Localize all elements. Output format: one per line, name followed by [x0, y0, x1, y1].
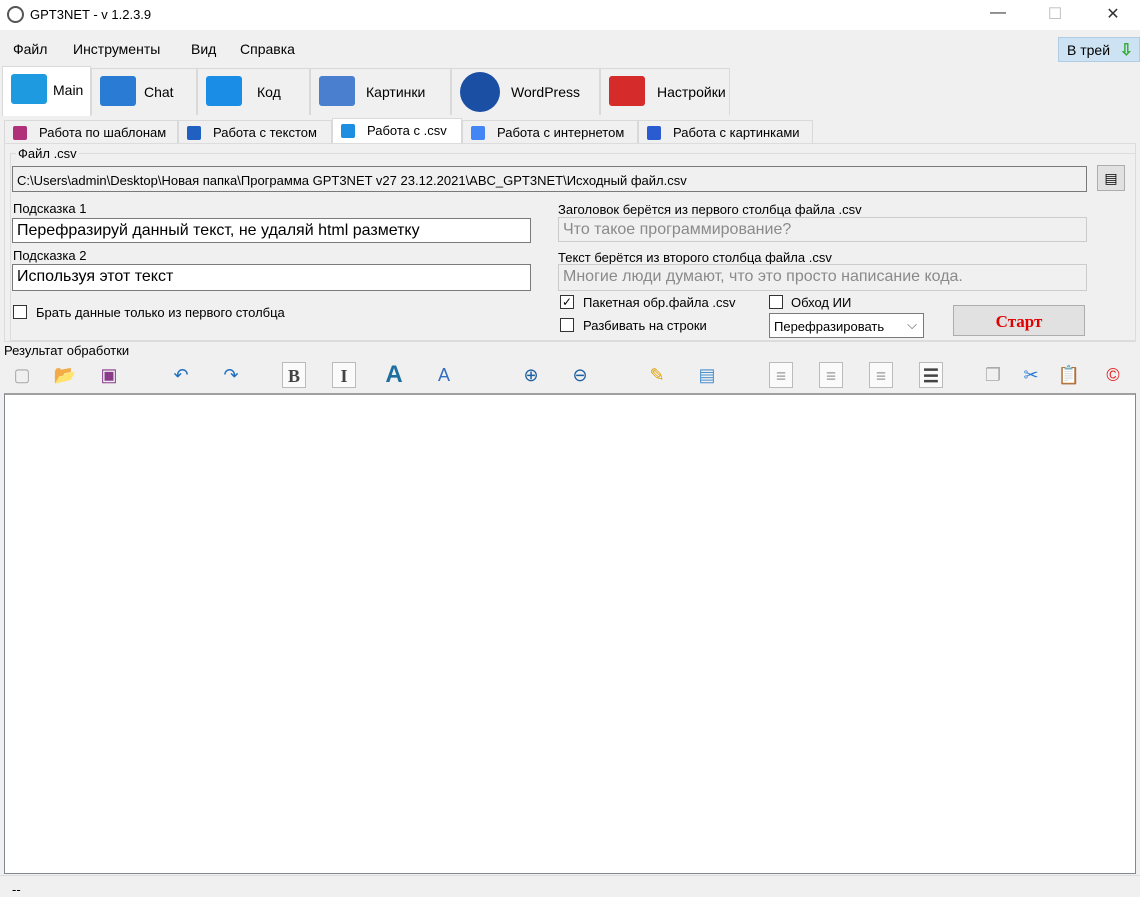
title-source-label: Заголовок берётся из первого столбца фай… [558, 202, 862, 217]
menu-help[interactable]: Справка [240, 41, 295, 57]
group-label: Файл .csv [16, 146, 79, 161]
hint1-input[interactable]: Перефразируй данный текст, не удаляй htm… [12, 218, 531, 243]
font-icon[interactable]: A [382, 362, 406, 388]
batch-label: Пакетная обр.файла .csv [583, 295, 736, 310]
app-logo-icon [7, 6, 24, 23]
subtab-icon [341, 124, 355, 138]
tab-1[interactable]: Chat [91, 68, 197, 115]
cut-icon[interactable]: ✂ [1019, 362, 1043, 388]
tab-2[interactable]: Код [197, 68, 310, 115]
tab-label: Настройки [657, 84, 726, 100]
menu-tools[interactable]: Инструменты [73, 41, 160, 57]
align-center-icon[interactable]: ≡ [819, 362, 843, 388]
split-lines-checkbox[interactable] [560, 318, 574, 332]
tab-3[interactable]: Картинки [310, 68, 451, 115]
save-icon[interactable]: ▣ [97, 362, 121, 388]
hint2-input[interactable]: Используя этот текст [12, 264, 531, 291]
status-text: -- [12, 882, 21, 897]
browse-file-button[interactable]: ▤ [1097, 165, 1125, 191]
tab-0[interactable]: Main [2, 66, 91, 116]
title-bar: GPT3NET - v 1.2.3.9 — ☐ ✕ [0, 0, 1140, 30]
subtab-icon [471, 126, 485, 140]
copy-icon[interactable]: ❐ [981, 362, 1005, 388]
undo-icon[interactable]: ↶ [169, 362, 193, 388]
bold-icon[interactable]: B [282, 362, 306, 388]
tab-icon [100, 76, 136, 106]
subtab-3[interactable]: Работа с интернетом [462, 120, 638, 144]
redo-icon[interactable]: ↷ [219, 362, 243, 388]
subtab-icon [13, 126, 27, 140]
title-preview-field: Что такое программирование? [558, 217, 1087, 242]
subtab-icon [187, 126, 201, 140]
result-label: Результат обработки [4, 343, 130, 358]
tab-icon [11, 74, 47, 104]
list-icon[interactable]: ☰ [919, 362, 943, 388]
subtab-label: Работа с текстом [213, 125, 317, 140]
close-button[interactable]: ✕ [1090, 4, 1136, 24]
paste-icon[interactable]: 📋 [1057, 362, 1081, 388]
tab-label: Chat [144, 84, 174, 100]
window-title: GPT3NET - v 1.2.3.9 [30, 7, 152, 22]
maximize-button[interactable]: ☐ [1032, 4, 1078, 24]
chevron-down-icon: ⌵ [907, 317, 917, 332]
copyright-icon[interactable]: © [1101, 362, 1125, 388]
subtab-0[interactable]: Работа по шаблонам [4, 120, 178, 144]
italic-icon[interactable]: I [332, 362, 356, 388]
result-text-area[interactable] [4, 393, 1136, 874]
file-icon: ▤ [1104, 170, 1118, 186]
subtab-1[interactable]: Работа с текстом [178, 120, 332, 144]
menu-view[interactable]: Вид [191, 41, 216, 57]
subtab-label: Работа с картинками [673, 125, 800, 140]
tab-label: WordPress [511, 84, 580, 100]
tab-label: Код [257, 84, 281, 100]
highlight-icon[interactable]: ✎ [645, 362, 669, 388]
tab-icon [460, 72, 500, 112]
mode-select[interactable]: Перефразировать ⌵ [769, 313, 924, 338]
subtab-label: Работа с .csv [367, 123, 447, 138]
tab-icon [609, 76, 645, 106]
file-path-field[interactable]: C:\Users\admin\Desktop\Новая папка\Прогр… [12, 166, 1087, 192]
open-icon[interactable]: 📂 [53, 362, 77, 388]
insert-image-icon[interactable]: ▤ [695, 362, 719, 388]
batch-checkbox[interactable]: ✓ [560, 295, 574, 309]
subtab-label: Работа с интернетом [497, 125, 625, 140]
first-column-checkbox[interactable] [13, 305, 27, 319]
tab-4[interactable]: WordPress [451, 68, 600, 115]
status-bar: -- [0, 875, 1140, 897]
subtab-icon [647, 126, 661, 140]
subtab-4[interactable]: Работа с картинками [638, 120, 813, 144]
text-source-label: Текст берётся из второго столбца файла .… [558, 250, 832, 265]
tray-button-label: В трей [1067, 42, 1111, 58]
align-left-icon[interactable]: ≡ [769, 362, 793, 388]
tray-button[interactable]: В трей ⇩ [1058, 37, 1140, 62]
zoom-in-icon[interactable]: ⊕ [519, 362, 543, 388]
first-column-label: Брать данные только из первого столбца [36, 305, 285, 320]
minimize-button[interactable]: — [975, 4, 1021, 22]
tab-label: Main [53, 82, 84, 98]
subtab-label: Работа по шаблонам [39, 125, 167, 140]
align-right-icon[interactable]: ≡ [869, 362, 893, 388]
hint2-label: Подсказка 2 [13, 248, 87, 263]
tab-icon [319, 76, 355, 106]
arrow-down-icon: ⇩ [1119, 42, 1133, 59]
bypass-ai-label: Обход ИИ [791, 295, 852, 310]
bypass-ai-checkbox[interactable] [769, 295, 783, 309]
menu-file[interactable]: Файл [13, 41, 47, 57]
subtab-2[interactable]: Работа с .csv [332, 118, 462, 144]
tab-icon [206, 76, 242, 106]
zoom-out-icon[interactable]: ⊖ [568, 362, 592, 388]
text-preview-field: Многие люди думают, что это просто напис… [558, 264, 1087, 291]
mode-select-value: Перефразировать [774, 319, 885, 334]
hint1-label: Подсказка 1 [13, 201, 87, 216]
tab-label: Картинки [366, 84, 426, 100]
new-icon[interactable]: ▢ [10, 362, 34, 388]
start-button[interactable]: Старт [953, 305, 1085, 336]
font-color-icon[interactable]: A [432, 362, 456, 388]
split-lines-label: Разбивать на строки [583, 318, 707, 333]
tab-5[interactable]: Настройки [600, 68, 730, 115]
